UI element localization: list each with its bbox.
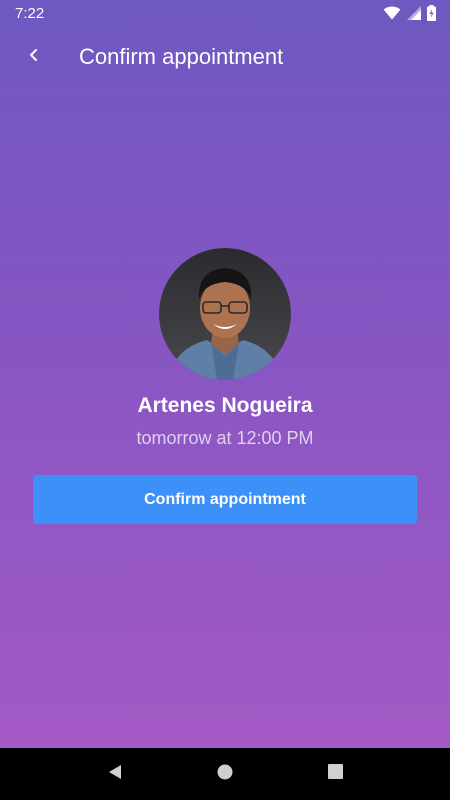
navigation-bar (0, 748, 450, 800)
signal-icon (407, 6, 421, 20)
home-circle-icon (217, 764, 233, 785)
avatar (159, 248, 291, 380)
status-icons (383, 5, 436, 21)
chevron-left-icon (28, 48, 40, 67)
app-bar: Confirm appointment (0, 26, 450, 88)
recents-square-icon (327, 764, 343, 784)
status-time: 7:22 (15, 4, 45, 22)
confirm-appointment-button[interactable]: Confirm appointment (33, 475, 417, 524)
appointment-time: tomorrow at 12:00 PM (136, 428, 314, 448)
back-button[interactable] (6, 29, 62, 85)
nav-home-button[interactable] (201, 750, 249, 798)
nav-back-button[interactable] (91, 750, 139, 798)
wifi-icon (383, 6, 401, 20)
doctor-name: Artenes Nogueira (137, 394, 313, 417)
status-bar: 7:22 (0, 0, 450, 26)
nav-recents-button[interactable] (311, 750, 359, 798)
back-triangle-icon (107, 764, 123, 785)
page-title: Confirm appointment (79, 44, 284, 69)
battery-charging-icon (427, 5, 436, 21)
